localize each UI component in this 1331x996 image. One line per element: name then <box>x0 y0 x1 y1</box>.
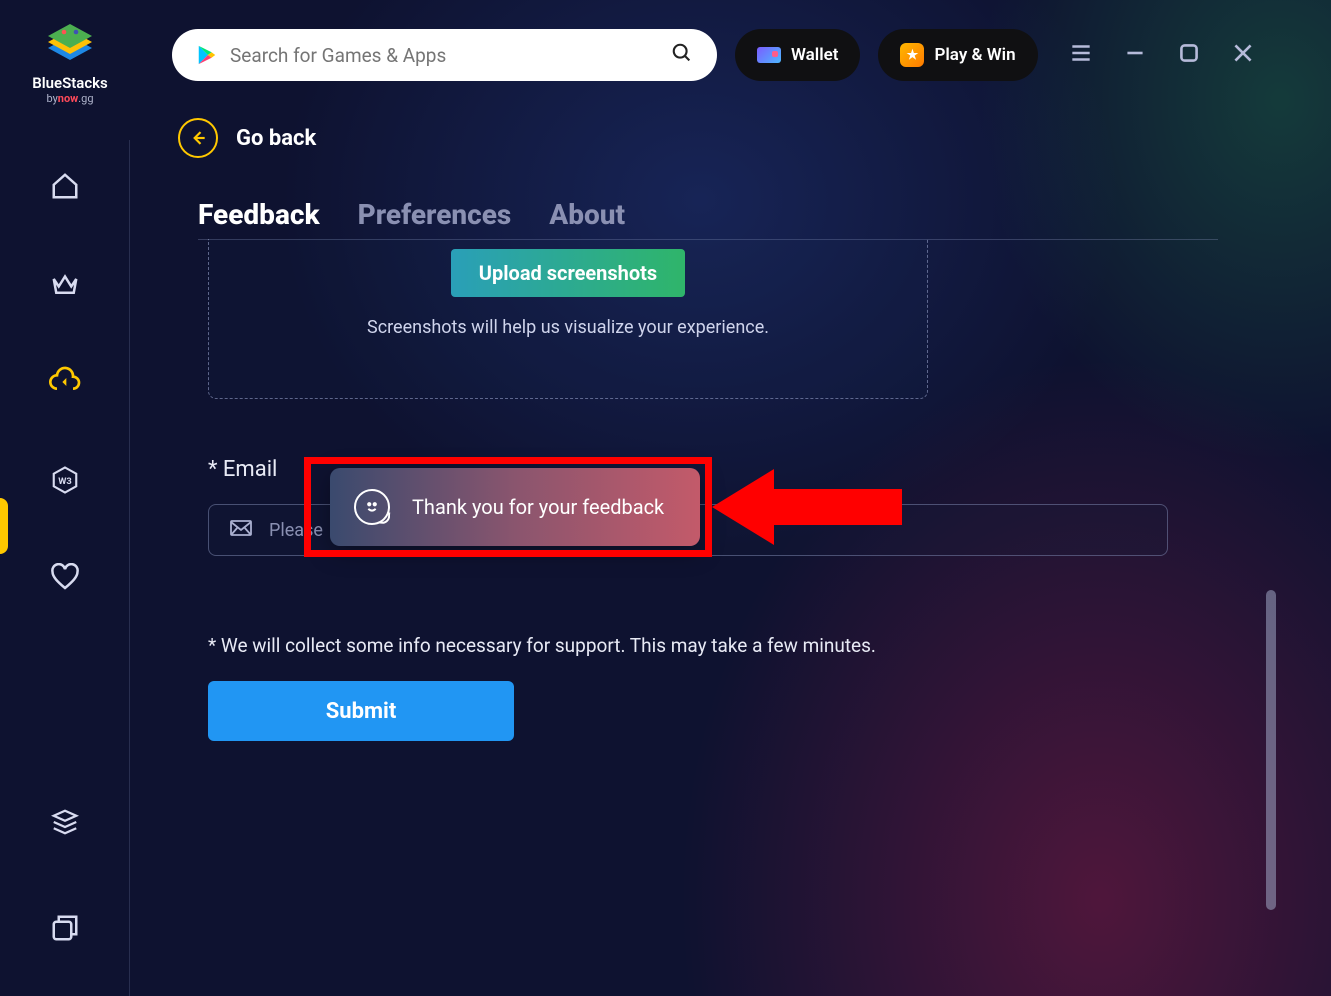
play-and-win-label: Play & Win <box>934 45 1015 65</box>
top-bar: BlueStacks bynow.gg Wallet ★ Play & Win <box>0 0 1331 110</box>
wallet-button[interactable]: Wallet <box>735 29 860 81</box>
upload-hint-text: Screenshots will help us visualize your … <box>367 317 769 338</box>
play-store-icon <box>196 44 218 66</box>
feedback-toast: Thank you for your feedback <box>330 468 700 546</box>
tab-about[interactable]: About <box>549 198 625 231</box>
sidebar: W3 <box>0 140 130 996</box>
arrow-left-icon <box>178 118 218 158</box>
close-icon[interactable] <box>1230 40 1256 70</box>
tab-preferences[interactable]: Preferences <box>358 198 512 231</box>
tab-feedback[interactable]: Feedback <box>198 198 320 231</box>
play-and-win-button[interactable]: ★ Play & Win <box>878 29 1037 81</box>
sidebar-item-cloud[interactable] <box>47 364 83 400</box>
wallet-label: Wallet <box>791 45 838 65</box>
search-bar[interactable] <box>172 29 717 81</box>
disclaimer-text: * We will collect some info necessary fo… <box>208 634 1261 657</box>
toast-message: Thank you for your feedback <box>412 495 664 519</box>
smile-chat-icon <box>354 489 390 525</box>
sidebar-item-library[interactable] <box>47 804 83 840</box>
brand-name: BlueStacks <box>32 74 108 92</box>
scrollbar[interactable] <box>1266 590 1276 910</box>
sidebar-item-web3[interactable]: W3 <box>47 462 83 498</box>
submit-button[interactable]: Submit <box>208 681 514 741</box>
minimize-icon[interactable] <box>1122 40 1148 70</box>
go-back-label: Go back <box>236 126 316 151</box>
wallet-icon <box>757 47 781 63</box>
window-controls <box>1068 40 1256 70</box>
main-content: Go back Feedback Preferences About Uploa… <box>178 118 1261 741</box>
menu-icon[interactable] <box>1068 40 1094 70</box>
envelope-icon <box>229 516 253 544</box>
brand-subline: bynow.gg <box>46 92 93 105</box>
go-back-button[interactable]: Go back <box>178 118 1261 158</box>
sidebar-item-premium[interactable] <box>47 266 83 302</box>
settings-tabs: Feedback Preferences About <box>198 198 1218 240</box>
sidebar-active-marker <box>0 498 8 554</box>
sidebar-item-favorites[interactable] <box>47 560 83 596</box>
brand-logo-block[interactable]: BlueStacks bynow.gg <box>20 16 120 105</box>
sidebar-item-home[interactable] <box>47 168 83 204</box>
search-input[interactable] <box>230 44 671 67</box>
upload-dropzone[interactable]: Upload screenshots Screenshots will help… <box>208 239 928 399</box>
search-icon[interactable] <box>671 42 693 68</box>
bluestacks-logo-icon <box>44 16 96 68</box>
maximize-icon[interactable] <box>1176 40 1202 70</box>
svg-text:W3: W3 <box>58 476 72 487</box>
sidebar-item-multi-instance[interactable] <box>47 910 83 946</box>
star-icon: ★ <box>900 43 924 67</box>
upload-screenshots-button[interactable]: Upload screenshots <box>451 249 685 297</box>
